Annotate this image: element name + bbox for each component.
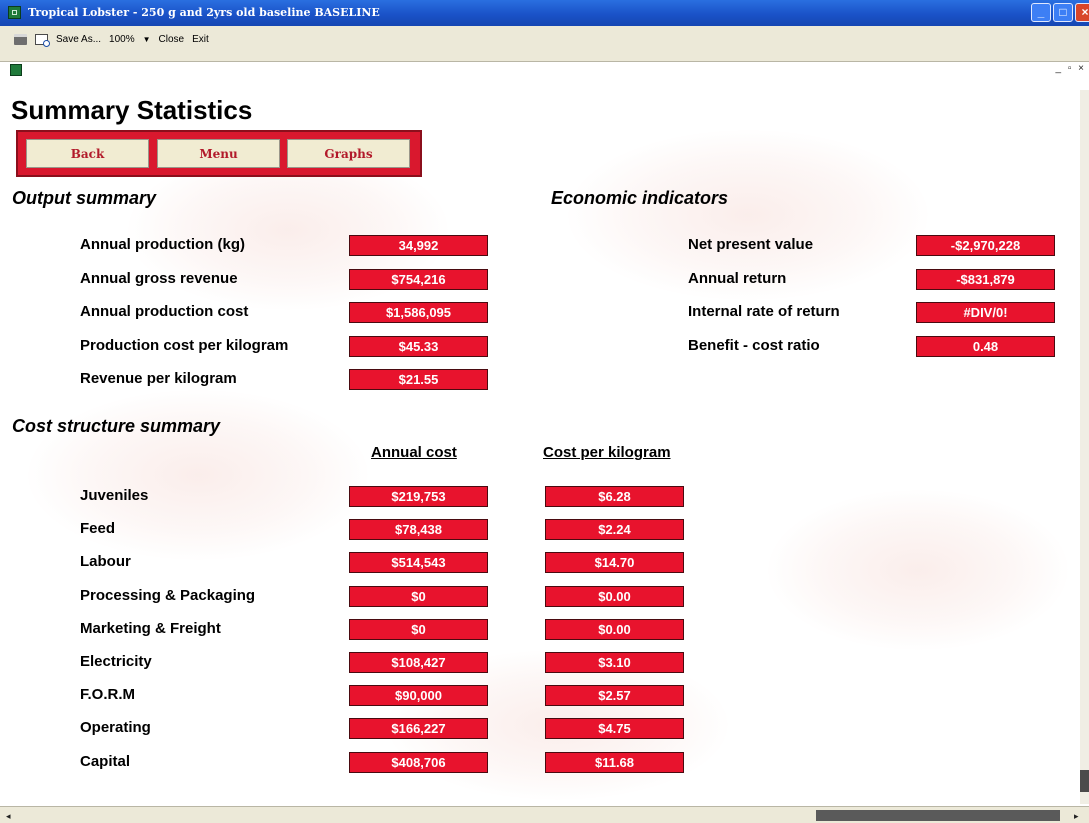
printer-icon[interactable] [14, 34, 27, 45]
nav-button-group: Back Menu Graphs [16, 130, 422, 177]
minimize-button[interactable]: _ [1031, 3, 1051, 22]
annual-cost-value: $0 [349, 585, 488, 607]
economic-indicator-value: -$2,970,228 [916, 235, 1055, 256]
output-summary-label: Annual production (kg) [80, 236, 245, 253]
cost-per-kilogram-value: $3.10 [545, 652, 684, 673]
cost-per-kilogram-value: $2.57 [545, 685, 684, 707]
economic-indicator-label: Net present value [688, 236, 814, 253]
back-button[interactable]: Back [26, 139, 149, 168]
annual-cost-value: $78,438 [349, 519, 488, 541]
print-preview-toolbar: Save As... 100% ▼ Close Exit [0, 26, 1089, 62]
output-summary-label: Annual production cost [80, 303, 249, 320]
economic-indicator-label: Annual return [688, 269, 787, 287]
annual-cost-value: $90,000 [349, 685, 488, 707]
close-window-button[interactable]: × [1075, 3, 1089, 22]
economic-indicator-value: 0.48 [916, 335, 1055, 357]
output-summary-value: $754,216 [349, 268, 488, 290]
excel-app-icon [8, 6, 21, 19]
output-summary-value: 34,992 [349, 235, 488, 256]
vertical-scrollbar[interactable] [1080, 90, 1089, 804]
watermark-decoration [768, 490, 1068, 650]
cost-item-label: Processing & Packaging [80, 586, 256, 604]
cost-per-kilogram-column-header: Cost per kilogram [543, 444, 671, 461]
window-title: Tropical Lobster - 250 g and 2yrs old ba… [28, 6, 380, 19]
exit-button[interactable]: Exit [192, 34, 209, 45]
output-summary-label: Annual gross revenue [80, 269, 238, 287]
cost-item-label: Operating [80, 719, 151, 737]
cost-per-kilogram-value: $4.75 [545, 718, 684, 740]
cost-item-label: F.O.R.M [80, 686, 135, 704]
window-title-bar[interactable]: Tropical Lobster - 250 g and 2yrs old ba… [0, 0, 1089, 26]
annual-cost-value: $0 [349, 618, 488, 640]
maximize-button[interactable]: □ [1053, 3, 1073, 22]
annual-cost-value: $166,227 [349, 718, 488, 740]
output-summary-heading: Output summary [12, 188, 157, 208]
output-summary-label: Revenue per kilogram [80, 370, 237, 387]
annual-cost-value: $219,753 [349, 486, 488, 507]
document-icon [10, 64, 22, 76]
cost-item-label: Feed [80, 520, 116, 538]
cost-item-label: Labour [80, 553, 131, 571]
cost-per-kilogram-value: $0.00 [545, 585, 684, 607]
print-preview-icon[interactable] [35, 34, 50, 47]
save-as-button[interactable]: Save As... [56, 34, 101, 45]
output-summary-label: Production cost per kilogram [80, 336, 289, 354]
cost-structure-heading: Cost structure summary [12, 416, 221, 436]
cost-per-kilogram-value: $6.28 [545, 486, 684, 507]
horizontal-scrollbar[interactable]: ◂ ▸ [0, 806, 1089, 823]
graphs-button[interactable]: Graphs [287, 139, 410, 168]
economic-indicator-value: #DIV/0! [916, 302, 1055, 323]
close-button[interactable]: Close [159, 34, 185, 45]
economic-indicator-label: Internal rate of return [688, 303, 840, 320]
output-summary-value: $21.55 [349, 369, 488, 390]
cost-item-label: Marketing & Freight [80, 619, 221, 637]
cost-item-label: Electricity [80, 653, 152, 670]
worksheet: Summary Statistics Back Menu Graphs Outp… [8, 90, 1080, 804]
menu-button[interactable]: Menu [157, 139, 280, 168]
annual-cost-value: $108,427 [349, 652, 488, 673]
cost-item-label: Juveniles [80, 487, 149, 504]
output-summary-value: $1,586,095 [349, 302, 488, 323]
annual-cost-column-header: Annual cost [371, 444, 457, 461]
vertical-scrollbar-thumb[interactable] [1080, 770, 1089, 792]
cost-per-kilogram-value: $2.24 [545, 519, 684, 541]
document-window-controls[interactable]: _ ▫ × [1055, 63, 1086, 74]
cost-per-kilogram-value: $0.00 [545, 618, 684, 640]
annual-cost-value: $408,706 [349, 751, 488, 773]
economic-indicator-label: Benefit - cost ratio [688, 336, 820, 354]
scroll-left-arrow-icon[interactable]: ◂ [6, 811, 11, 822]
economic-indicator-value: -$831,879 [916, 268, 1055, 290]
annual-cost-value: $514,543 [349, 552, 488, 574]
horizontal-scrollbar-thumb[interactable] [816, 810, 1060, 821]
cost-per-kilogram-value: $14.70 [545, 552, 684, 574]
cost-item-label: Capital [80, 752, 131, 770]
scroll-right-arrow-icon[interactable]: ▸ [1074, 811, 1079, 822]
output-summary-value: $45.33 [349, 335, 488, 357]
cost-per-kilogram-value: $11.68 [545, 751, 684, 773]
page-title: Summary Statistics [11, 95, 253, 125]
zoom-dropdown-icon[interactable]: ▼ [143, 35, 151, 44]
zoom-value[interactable]: 100% [109, 34, 135, 45]
economic-indicators-heading: Economic indicators [551, 188, 729, 208]
